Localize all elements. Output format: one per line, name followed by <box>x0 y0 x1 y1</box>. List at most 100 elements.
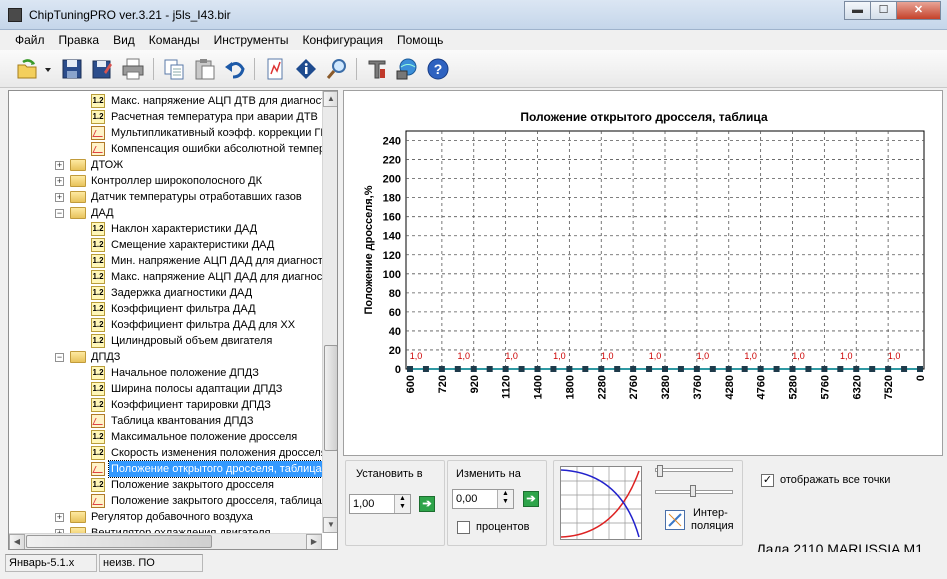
undo-icon[interactable] <box>223 57 247 81</box>
scroll-up-button[interactable]: ▲ <box>323 91 337 107</box>
open-icon[interactable] <box>15 57 39 81</box>
data-point <box>470 366 477 372</box>
data-point <box>407 366 413 372</box>
tree-folder[interactable]: − ДАД <box>9 205 322 221</box>
tree-item-label: Наклон характеристики ДАД <box>111 223 258 235</box>
apply-change-button[interactable]: ➔ <box>523 491 539 507</box>
svg-text:?: ? <box>434 61 443 77</box>
tree-item[interactable]: 1.2 Скорость изменения положения дросселя <box>9 445 327 461</box>
info-icon[interactable] <box>294 57 318 81</box>
tree-item[interactable]: 1.2 Цилиндровый объем двигателя <box>9 333 322 349</box>
tree-item[interactable]: Мультипликативный коэфф. коррекции ГВЦ <box>9 125 336 141</box>
tree-item[interactable]: 1.2 Начальное положение ДПДЗ <box>9 365 322 381</box>
menu-help[interactable]: Помощь <box>390 30 450 50</box>
interpolation-button[interactable] <box>665 510 685 530</box>
apply-set-button[interactable]: ➔ <box>419 496 435 512</box>
tree-item[interactable]: 1.2 Наклон характеристики ДАД <box>9 221 322 237</box>
tree-folder[interactable]: + Датчик температуры отработавших газов <box>9 189 322 205</box>
interpolation-preview[interactable] <box>560 466 642 540</box>
tree-item[interactable]: Положение закрытого дросселя, таблица <box>9 493 322 509</box>
copy-icon[interactable] <box>162 57 186 81</box>
settings-icon[interactable] <box>365 57 389 81</box>
slider-handle[interactable] <box>657 465 663 477</box>
set-label: Установить в <box>356 468 423 480</box>
chart-svg[interactable]: 0 20 40 60 80 100 120 140 160 180 200 220 240 600 720 9… <box>344 91 944 457</box>
collapse-icon[interactable]: − <box>55 209 64 218</box>
data-point <box>741 366 748 372</box>
save-as-icon[interactable] <box>90 57 114 81</box>
tree-item[interactable]: 1.2 Смещение характеристики ДАД <box>9 237 322 253</box>
menu-tools[interactable]: Инструменты <box>207 30 296 50</box>
expand-icon[interactable]: + <box>55 193 64 202</box>
tree-item[interactable]: 1.2 Макс. напряжение АЦП ДАД для диагност… <box>9 269 337 285</box>
save-icon[interactable] <box>60 57 84 81</box>
maximize-button[interactable]: ☐ <box>870 1 897 20</box>
tree-vertical-scrollbar[interactable]: ▲ ▼ <box>322 91 337 533</box>
param-icon: 1.2 <box>91 334 105 348</box>
collapse-icon[interactable]: − <box>55 353 64 362</box>
menu-configuration[interactable]: Конфигурация <box>295 30 390 50</box>
network-icon[interactable] <box>395 57 419 81</box>
hscroll-thumb[interactable] <box>26 535 212 548</box>
expand-icon[interactable]: + <box>55 513 64 522</box>
print-icon[interactable] <box>121 57 145 81</box>
tree-folder[interactable]: − ДПДЗ <box>9 349 322 365</box>
show-all-points-checkbox[interactable]: ✓ <box>761 474 774 487</box>
tree-item-label: Максимальное положение дросселя <box>111 431 298 443</box>
slider-handle[interactable] <box>690 485 696 497</box>
tree-item[interactable]: 1.2 Коэффициент фильтра ДАД для ХХ <box>9 317 322 333</box>
tree-item[interactable]: Компенсация ошибки абсолютной температур… <box>9 141 337 157</box>
set-value-input[interactable]: 1,00 ▲ ▼ <box>349 494 411 514</box>
tree-folder[interactable]: + ДТОЖ <box>9 157 322 173</box>
tree-horizontal-scrollbar[interactable]: ◀ ▶ <box>9 533 322 549</box>
close-button[interactable]: ✕ <box>896 1 941 20</box>
x-tick-label: 5280 <box>788 375 800 399</box>
tree-item[interactable]: 1.2 Задержка диагностики ДАД <box>9 285 322 301</box>
tree-item[interactable]: Положение открытого дросселя, таблица <box>9 460 325 478</box>
tree-folder[interactable]: + Контроллер широкополосного ДК <box>9 173 322 189</box>
minimize-button[interactable]: ▬ <box>844 1 871 20</box>
help-icon[interactable]: ? <box>426 57 450 81</box>
tree-item-label: Компенсация ошибки абсолютной температур… <box>111 143 338 155</box>
tree-folder[interactable]: + Регулятор добавочного воздуха <box>9 509 322 525</box>
spin-up-icon[interactable]: ▲ <box>395 495 410 503</box>
compare-icon[interactable] <box>263 57 287 81</box>
spin-down-icon[interactable]: ▼ <box>498 498 513 506</box>
tree-item[interactable]: 1.2 Ширина полосы адаптации ДПДЗ <box>9 381 322 397</box>
tree-item[interactable]: 1.2 Мин. напряжение АЦП ДАД для диагности… <box>9 253 337 269</box>
scroll-right-button[interactable]: ▶ <box>306 534 322 549</box>
param-icon: 1.2 <box>91 254 105 268</box>
change-spin-buttons[interactable]: ▲ ▼ <box>497 490 513 508</box>
set-spin-buttons[interactable]: ▲ ▼ <box>394 495 410 513</box>
tree-item[interactable]: 1.2 Положение закрытого дросселя <box>9 477 322 493</box>
data-point <box>709 366 716 372</box>
menu-file[interactable]: Файл <box>8 30 52 50</box>
slider-track[interactable] <box>655 468 733 472</box>
spin-up-icon[interactable]: ▲ <box>498 490 513 498</box>
expand-icon[interactable]: + <box>55 177 64 186</box>
tree-item[interactable]: 1.2 Макс. напряжение АЦП ДТВ для диагност… <box>9 93 337 109</box>
scroll-left-button[interactable]: ◀ <box>9 534 25 549</box>
menu-view[interactable]: Вид <box>106 30 142 50</box>
scroll-thumb[interactable] <box>324 345 337 451</box>
paste-icon[interactable] <box>193 57 217 81</box>
tree-item[interactable]: 1.2 Максимальное положение дросселя <box>9 429 322 445</box>
menu-commands[interactable]: Команды <box>142 30 207 50</box>
search-icon[interactable] <box>325 57 349 81</box>
tree-item[interactable]: 1.2 Коэффициент фильтра ДАД <box>9 301 322 317</box>
tree-item[interactable]: Таблица квантования ДПДЗ <box>9 413 322 429</box>
menu-edit[interactable]: Правка <box>52 30 107 50</box>
tree-item[interactable]: 1.2 Расчетная температура при аварии ДТВ <box>9 109 322 125</box>
change-value-input[interactable]: 0,00 ▲ ▼ <box>452 489 514 509</box>
scroll-down-button[interactable]: ▼ <box>323 517 337 533</box>
percent-checkbox[interactable] <box>457 521 470 534</box>
spin-down-icon[interactable]: ▼ <box>395 503 410 511</box>
tree-item[interactable]: 1.2 Коэффициент тарировки ДПДЗ <box>9 397 322 413</box>
tree-item-label: Регулятор добавочного воздуха <box>91 511 253 523</box>
expand-icon[interactable]: + <box>55 161 64 170</box>
tree-item-label: Скорость изменения положения дросселя <box>111 447 327 459</box>
open-dropdown-icon[interactable] <box>42 57 54 81</box>
parameter-tree[interactable]: 1.2 Макс. напряжение АЦП ДТВ для диагност… <box>8 90 338 550</box>
folder-icon <box>70 511 86 523</box>
data-label: 1,0 <box>792 351 805 361</box>
